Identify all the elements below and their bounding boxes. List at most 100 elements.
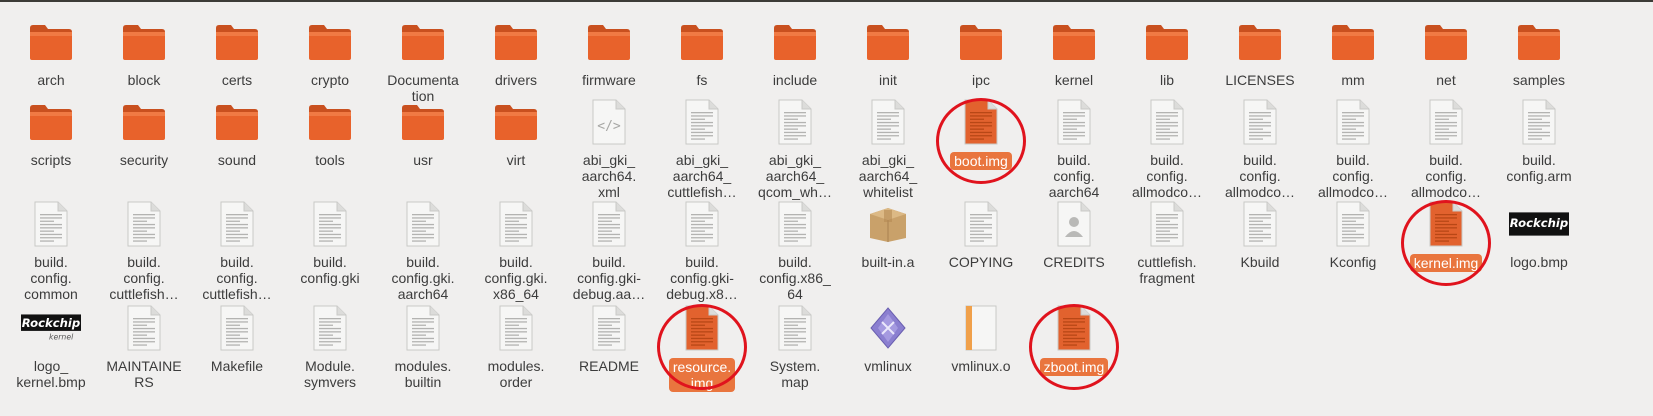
file-item-kconfig[interactable]: Kconfig xyxy=(1307,198,1399,270)
file-item-logo-bmp[interactable]: Rockchip logo.bmp xyxy=(1493,198,1585,270)
file-item-build-config-gki[interactable]: build. config.gki xyxy=(284,198,376,286)
file-item-built-in-a[interactable]: built-in.a xyxy=(842,198,934,270)
file-item-include[interactable]: include xyxy=(749,16,841,88)
file-item-build-config-gki-x86-64[interactable]: build. config.gki. x86_64 xyxy=(470,198,562,302)
file-label: vmlinux.o xyxy=(951,358,1011,374)
file-label: certs xyxy=(221,72,253,88)
annotation-circle xyxy=(1029,304,1119,390)
file-label: usr xyxy=(413,152,433,168)
file-item-vmlinux[interactable]: vmlinux xyxy=(842,302,934,374)
text-file-icon xyxy=(393,198,453,250)
folder-icon xyxy=(300,16,360,68)
archive-box-icon xyxy=(858,198,918,250)
folder-icon xyxy=(393,96,453,148)
folder-icon xyxy=(1044,16,1104,68)
file-item-build-config-arm[interactable]: build. config.arm xyxy=(1493,96,1585,184)
file-item-abi-gki-aarch64-qcom-wh[interactable]: abi_gki_ aarch64_ qcom_wh… xyxy=(749,96,841,200)
file-item-block[interactable]: block xyxy=(98,16,190,88)
file-item-readme[interactable]: README xyxy=(563,302,655,374)
folder-icon xyxy=(765,16,825,68)
file-label: Module. symvers xyxy=(303,358,357,390)
file-item-init[interactable]: init xyxy=(842,16,934,88)
file-item-build-config-allmodco[interactable]: build. config. allmodco… xyxy=(1307,96,1399,200)
file-item-kbuild[interactable]: Kbuild xyxy=(1214,198,1306,270)
file-label: build. config.gki. aarch64 xyxy=(391,254,455,302)
file-item-security[interactable]: security xyxy=(98,96,190,168)
file-item-credits[interactable]: CREDITS xyxy=(1028,198,1120,270)
file-item-certs[interactable]: certs xyxy=(191,16,283,88)
file-label: System. map xyxy=(769,358,821,390)
text-file-icon xyxy=(858,96,918,148)
file-label: init xyxy=(879,72,897,88)
file-item-drivers[interactable]: drivers xyxy=(470,16,562,88)
file-item-logo-kernel-bmp[interactable]: Rockchip kernel logo_ kernel.bmp xyxy=(5,302,97,390)
file-label: build. config.gki- debug.aa… xyxy=(572,254,646,302)
folder-icon xyxy=(1509,16,1569,68)
file-label: modules. order xyxy=(487,358,545,390)
file-item-abi-gki-aarch64-cuttlefish[interactable]: abi_gki_ aarch64_ cuttlefish… xyxy=(656,96,748,200)
text-file-icon xyxy=(765,198,825,250)
file-item-licenses[interactable]: LICENSES xyxy=(1214,16,1306,88)
folder-icon xyxy=(207,96,267,148)
text-file-icon xyxy=(21,198,81,250)
text-file-icon xyxy=(1137,198,1197,250)
file-item-build-config-gki-debug-aa[interactable]: build. config.gki- debug.aa… xyxy=(563,198,655,302)
file-item-ipc[interactable]: ipc xyxy=(935,16,1027,88)
file-item-system-map[interactable]: System. map xyxy=(749,302,841,390)
file-item-cuttlefish-fragment[interactable]: cuttlefish. fragment xyxy=(1121,198,1213,286)
file-item-fs[interactable]: fs xyxy=(656,16,748,88)
file-item-build-config-cuttlefish[interactable]: build. config. cuttlefish… xyxy=(98,198,190,302)
file-item-abi-gki-aarch64-whitelist[interactable]: abi_gki_ aarch64_ whitelist xyxy=(842,96,934,200)
file-item-build-config-allmodco[interactable]: build. config. allmodco… xyxy=(1400,96,1492,200)
file-item-crypto[interactable]: crypto xyxy=(284,16,376,88)
file-item-arch[interactable]: arch xyxy=(5,16,97,88)
file-item-net[interactable]: net xyxy=(1400,16,1492,88)
file-item-build-config-gki-aarch64[interactable]: build. config.gki. aarch64 xyxy=(377,198,469,302)
file-label: built-in.a xyxy=(861,254,915,270)
folder-icon xyxy=(300,96,360,148)
file-item-modules-order[interactable]: modules. order xyxy=(470,302,562,390)
file-item-build-config-x86-64[interactable]: build. config.x86_ 64 xyxy=(749,198,841,302)
file-item-tools[interactable]: tools xyxy=(284,96,376,168)
file-item-modules-builtin[interactable]: modules. builtin xyxy=(377,302,469,390)
file-item-abi-gki-aarch64-xml[interactable]: </> abi_gki_ aarch64. xml xyxy=(563,96,655,200)
file-item-samples[interactable]: samples xyxy=(1493,16,1585,88)
folder-icon xyxy=(1230,16,1290,68)
file-item-vmlinux-o[interactable]: vmlinux.o xyxy=(935,302,1027,374)
file-label: build. config. allmodco… xyxy=(1224,152,1296,200)
file-item-sound[interactable]: sound xyxy=(191,96,283,168)
folder-icon xyxy=(858,16,918,68)
file-item-makefile[interactable]: Makefile xyxy=(191,302,283,374)
text-file-icon xyxy=(1137,96,1197,148)
file-item-build-config-gki-debug-x8[interactable]: build. config.gki- debug.x8… xyxy=(656,198,748,302)
file-label: build. config.x86_ 64 xyxy=(759,254,831,302)
file-label: LICENSES xyxy=(1225,72,1295,88)
object-file-icon xyxy=(951,302,1011,354)
file-item-module-symvers[interactable]: Module. symvers xyxy=(284,302,376,390)
file-item-mm[interactable]: mm xyxy=(1307,16,1399,88)
file-item-build-config-cuttlefish[interactable]: build. config. cuttlefish… xyxy=(191,198,283,302)
folder-icon xyxy=(114,16,174,68)
file-label: modules. builtin xyxy=(394,358,452,390)
executable-icon xyxy=(858,302,918,354)
file-item-usr[interactable]: usr xyxy=(377,96,469,168)
file-item-firmware[interactable]: firmware xyxy=(563,16,655,88)
text-file-icon xyxy=(114,198,174,250)
file-item-virt[interactable]: virt xyxy=(470,96,562,168)
file-item-scripts[interactable]: scripts xyxy=(5,96,97,168)
svg-text:</>: </> xyxy=(597,119,621,134)
file-label: crypto xyxy=(310,72,350,88)
file-item-documentation[interactable]: Documenta tion xyxy=(377,16,469,104)
file-item-build-config-common[interactable]: build. config. common xyxy=(5,198,97,302)
file-label: cuttlefish. fragment xyxy=(1137,254,1197,286)
file-label: build. config. allmodco… xyxy=(1317,152,1389,200)
file-item-lib[interactable]: lib xyxy=(1121,16,1213,88)
text-file-icon xyxy=(1509,96,1569,148)
file-item-copying[interactable]: COPYING xyxy=(935,198,1027,270)
folder-icon xyxy=(486,16,546,68)
file-item-build-config-allmodco[interactable]: build. config. allmodco… xyxy=(1121,96,1213,200)
file-item-build-config-allmodco[interactable]: build. config. allmodco… xyxy=(1214,96,1306,200)
file-item-build-config-aarch64[interactable]: build. config. aarch64 xyxy=(1028,96,1120,200)
file-item-kernel[interactable]: kernel xyxy=(1028,16,1120,88)
file-item-maintainers[interactable]: MAINTAINE RS xyxy=(98,302,190,390)
